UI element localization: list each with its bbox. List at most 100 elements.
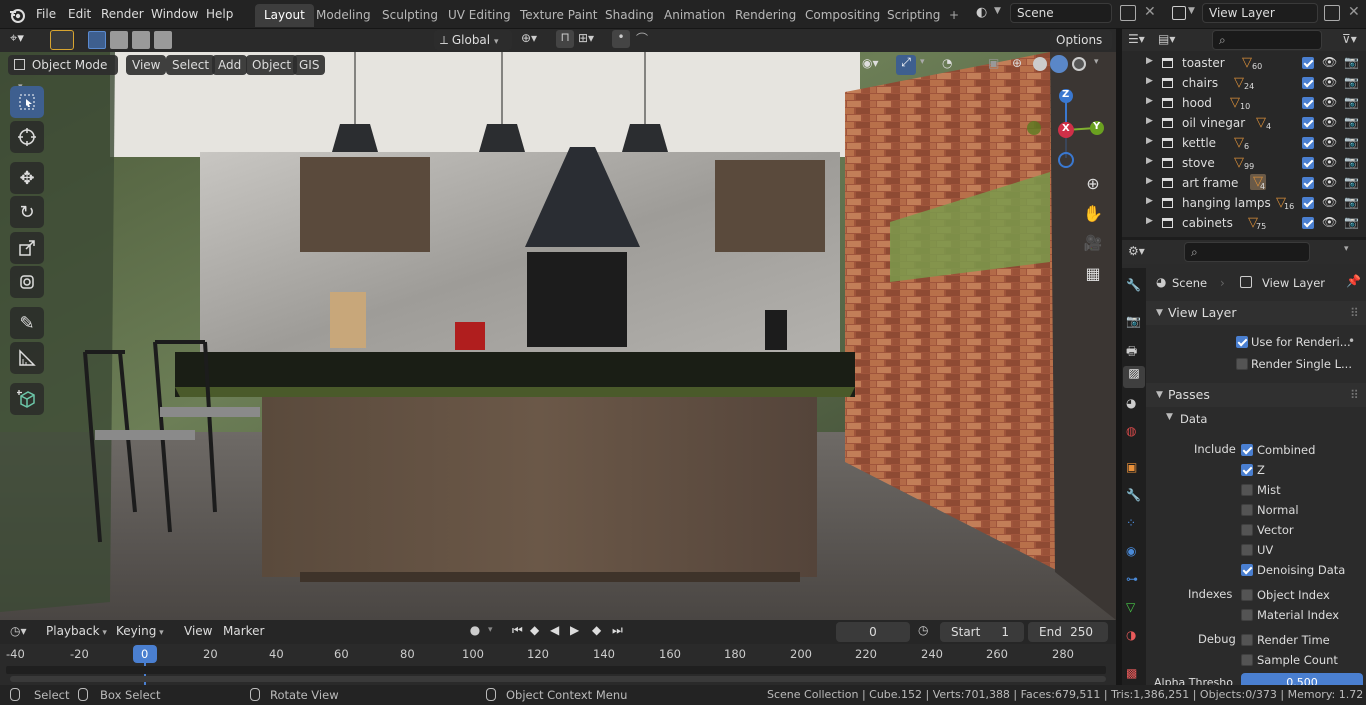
include-checkbox[interactable] [1302, 177, 1314, 189]
drag-handle-icon[interactable]: ⠿ [1350, 301, 1359, 325]
viewport-3d[interactable]: Object Mode ▾ View Select Add Object GIS… [0, 52, 1116, 620]
xray-icon[interactable]: ▣ [988, 56, 999, 70]
outliner-row[interactable]: ▶ kettle ▽ 6 👁 📷 [1122, 133, 1366, 153]
falloff-icon[interactable]: ⌒ [636, 30, 648, 47]
tab-layout[interactable]: Layout [255, 4, 314, 27]
timeline-menu-marker[interactable]: Marker [223, 624, 264, 638]
tab-rendering[interactable]: Rendering [726, 4, 805, 27]
pass-checkbox[interactable] [1241, 564, 1253, 576]
pass-render-time-row[interactable]: Render Time [1241, 632, 1366, 650]
outliner-search-field[interactable]: ⌕ [1212, 30, 1322, 50]
timeline-editor-icon[interactable]: ◷▾ [10, 624, 27, 638]
object-mode-dropdown[interactable]: Object Mode ▾ [8, 55, 118, 92]
jump-start-icon[interactable]: ⏮ [512, 623, 523, 638]
selection-mode-group[interactable] [88, 31, 184, 49]
render-tab-icon[interactable]: 📷 [1126, 314, 1141, 328]
viewport-menu-view[interactable]: View [126, 55, 167, 75]
pass-checkbox[interactable] [1241, 484, 1253, 496]
transform-orientation-dropdown[interactable]: ⟂ Global ▾ [434, 30, 512, 50]
modifier-tab-icon[interactable]: 🔧 [1126, 488, 1141, 502]
pivot-point-icon[interactable]: ⊕▾ [521, 31, 537, 45]
mode-set-icon[interactable] [88, 31, 106, 49]
jump-end-icon[interactable]: ⏭ [612, 623, 623, 638]
tab-scripting[interactable]: Scripting [878, 4, 949, 27]
object-tab-icon[interactable]: ▣ [1126, 460, 1137, 474]
camera-render-icon[interactable]: 📷 [1344, 75, 1359, 89]
view-layer-name-field[interactable]: View Layer [1202, 3, 1318, 23]
filter-icon[interactable]: ⊽▾ [1342, 32, 1357, 46]
view-layer-panel-header[interactable]: ▼ View Layer ⠿ [1146, 301, 1366, 325]
tab-uv-editing[interactable]: UV Editing [439, 4, 520, 27]
pass-z-row[interactable]: Z [1241, 462, 1366, 480]
viewport-menu-select[interactable]: Select [166, 55, 216, 75]
texture-tab-icon[interactable]: ▩ [1126, 666, 1137, 680]
material-shading-icon[interactable] [1050, 55, 1068, 73]
copy-scene-icon[interactable] [1120, 5, 1136, 21]
wireframe-shading-icon[interactable]: ⊕ [1012, 56, 1022, 70]
pass-checkbox[interactable] [1241, 444, 1253, 456]
cursor-tool[interactable] [10, 121, 44, 153]
timeline-menu-view[interactable]: View [184, 624, 212, 638]
camera-render-icon[interactable]: 📷 [1344, 55, 1359, 69]
pass-checkbox[interactable] [1241, 464, 1253, 476]
physics-tab-icon[interactable]: ◉ [1126, 544, 1136, 558]
tab-animation[interactable]: Animation [655, 4, 734, 27]
outliner-row[interactable]: ▶ art frame ▽ 4 👁 📷 [1122, 173, 1366, 193]
camera-render-icon[interactable]: 📷 [1344, 95, 1359, 109]
select-mode-icon[interactable] [50, 30, 74, 50]
include-checkbox[interactable] [1302, 57, 1314, 69]
visibility-icon[interactable]: ◉▾ [862, 56, 879, 70]
pass-object-index-row[interactable]: Object Index [1241, 587, 1366, 605]
eye-icon[interactable]: 👁 [1322, 135, 1337, 149]
include-checkbox[interactable] [1302, 197, 1314, 209]
alpha-threshold-slider[interactable]: 0.500 [1241, 673, 1363, 685]
menu-window[interactable]: Window [145, 4, 204, 25]
include-checkbox[interactable] [1302, 217, 1314, 229]
close-icon[interactable]: ✕ [1348, 4, 1360, 20]
eye-icon[interactable]: 👁 [1322, 155, 1337, 169]
options-dropdown[interactable]: Options ▾ [1050, 30, 1112, 67]
outliner-row[interactable]: ▶ chairs ▽ 24 👁 📷 [1122, 73, 1366, 93]
snap-icon[interactable]: ⊓ [556, 30, 574, 48]
expand-arrow-icon[interactable]: ▶ [1146, 116, 1153, 126]
view-layer-tab-icon[interactable]: ▨ [1123, 366, 1145, 388]
menu-file[interactable]: File [30, 4, 62, 25]
scale-tool[interactable] [10, 232, 44, 264]
properties-editor-icon[interactable]: ⚙▾ [1128, 244, 1145, 258]
expand-arrow-icon[interactable]: ▶ [1146, 216, 1153, 226]
include-checkbox[interactable] [1302, 117, 1314, 129]
pass-checkbox[interactable] [1241, 524, 1253, 536]
zoom-view-button[interactable]: ⊕ [1080, 170, 1106, 196]
tab-modeling[interactable]: Modeling [307, 4, 380, 27]
chevron-down-icon[interactable]: ▾ [488, 625, 493, 635]
use-for-rendering-checkbox[interactable] [1236, 336, 1248, 348]
outliner-row[interactable]: ▶ hanging lamps ▽ 16 👁 📷 [1122, 193, 1366, 213]
pass-combined-row[interactable]: Combined [1241, 442, 1366, 460]
camera-render-icon[interactable]: 📷 [1344, 195, 1359, 209]
pass-uv-row[interactable]: UV [1241, 542, 1366, 560]
timeline-scrollbar[interactable] [10, 676, 1106, 682]
timeline-menu-playback[interactable]: Playback ▾ [46, 624, 107, 638]
eye-icon[interactable]: 👁 [1322, 75, 1337, 89]
current-frame-field[interactable]: 0 [836, 622, 910, 642]
display-mode-icon[interactable]: ▤▾ [1158, 32, 1175, 46]
viewport-menu-add[interactable]: Add [212, 55, 248, 75]
pass-material-index-row[interactable]: Material Index [1241, 607, 1366, 625]
mode-extend-icon[interactable] [110, 31, 128, 49]
eye-icon[interactable]: 👁 [1322, 215, 1337, 229]
prev-keyframe-icon[interactable]: ◆ [530, 623, 539, 637]
view-layer-selector[interactable]: ▼ View Layer ✕ [1168, 3, 1364, 24]
play-icon[interactable]: ▶ [570, 623, 579, 637]
outliner-row[interactable]: ▶ oil vinegar ▽ 4 👁 📷 [1122, 113, 1366, 133]
expand-arrow-icon[interactable]: ▶ [1146, 136, 1153, 146]
pass-checkbox[interactable] [1241, 544, 1253, 556]
properties-search-field[interactable]: ⌕ [1184, 242, 1310, 262]
camera-render-icon[interactable]: 📷 [1344, 115, 1359, 129]
output-tab-icon[interactable]: 🖶 [1126, 342, 1137, 363]
camera-render-icon[interactable]: 📷 [1344, 155, 1359, 169]
play-reverse-icon[interactable]: ◀ [550, 623, 559, 637]
drag-handle-icon[interactable]: ⠿ [1350, 383, 1359, 407]
outliner-row[interactable]: ▶ cabinets ▽ 75 👁 📷 [1122, 213, 1366, 233]
tab-sculpting[interactable]: Sculpting [373, 4, 447, 27]
include-checkbox[interactable] [1302, 137, 1314, 149]
